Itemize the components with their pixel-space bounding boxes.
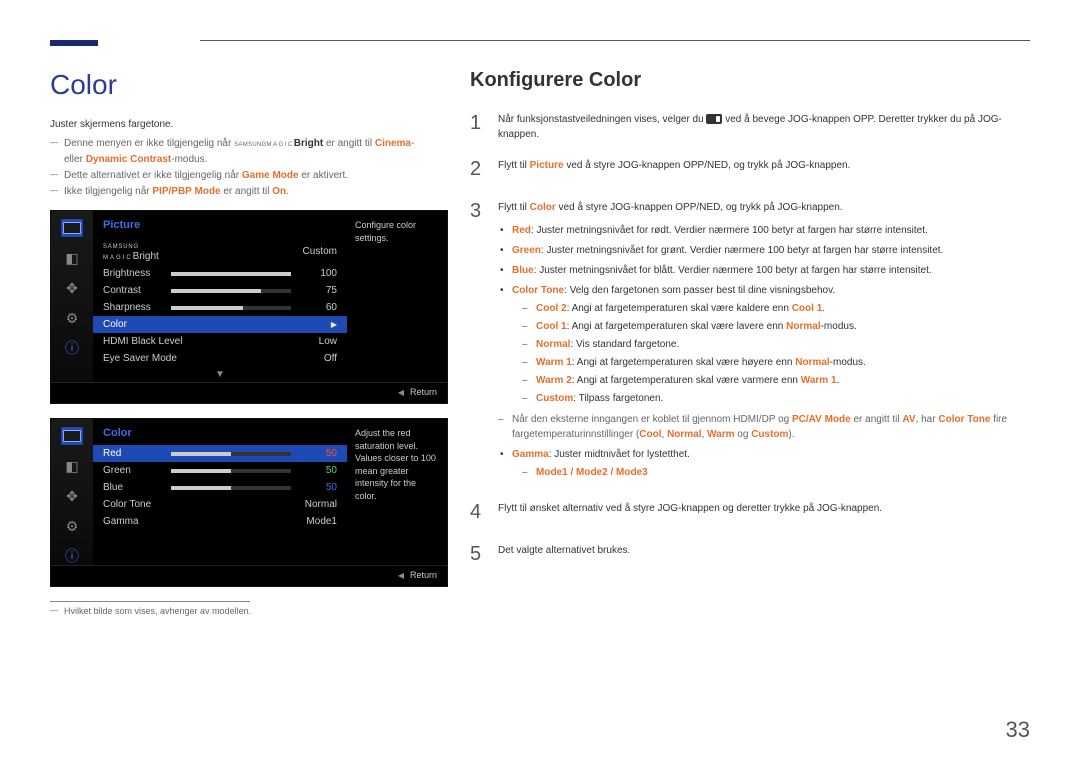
step-item: 2 Flytt til Picture ved å styre JOG-knap…: [470, 154, 1030, 184]
osd-row: Blue 50: [93, 479, 347, 496]
osd-row: Color Tone Normal: [93, 496, 347, 513]
procedure-title: Konfigurere Color: [470, 69, 1030, 92]
step-item: 1 Når funksjonstastveiledningen vises, v…: [470, 108, 1030, 142]
slider-bar: [171, 289, 291, 293]
osd-row: Brightness 100: [93, 265, 347, 282]
osd-row: Sharpness 60: [93, 299, 347, 316]
left-column: Color Juster skjermens fargetone. Denne …: [50, 69, 430, 616]
osd-title: Color: [93, 425, 347, 445]
osd-row-selected: Color ▶: [93, 316, 347, 333]
monitor-icon: [61, 219, 83, 237]
note-item: Dette alternativet er ikke tilgjengelig …: [50, 168, 430, 184]
step-number: 5: [470, 539, 484, 569]
osd-main: Picture SAMSUNGMAGICBright Custom Bright…: [93, 211, 347, 382]
bullet-item: Gamma: Juster midtnivået for lystetthet.…: [498, 447, 1030, 480]
step-number: 4: [470, 497, 484, 527]
gamma-sublist: Mode1 / Mode2 / Mode3: [522, 465, 1030, 480]
bullet-item: Blue: Juster metningsnivået for blått. V…: [498, 263, 1030, 278]
back-icon: ◀: [398, 388, 404, 397]
step-item: 5 Det valgte alternativet brukes.: [470, 539, 1030, 569]
slider-bar: [171, 306, 291, 310]
gear-icon: ⚙: [61, 309, 83, 327]
info-icon: ⓘ: [61, 547, 83, 565]
note-item: Denne menyen er ikke tilgjengelig når SA…: [50, 136, 430, 168]
osd-description: Configure color settings.: [347, 211, 447, 382]
bullet-item: Color Tone: Velg den fargetonen som pass…: [498, 283, 1030, 442]
option-bullets: Red: Juster metningsnivået for rødt. Ver…: [498, 223, 1030, 480]
palette-icon: ◧: [61, 457, 83, 475]
osd-row: Gamma Mode1: [93, 513, 347, 530]
footnote: Hvilket bilde som vises, avhenger av mod…: [50, 606, 430, 616]
monitor-icon: [61, 427, 83, 445]
osd-row: Contrast 75: [93, 282, 347, 299]
palette-icon: ◧: [61, 249, 83, 267]
step-list: 1 Når funksjonstastveiledningen vises, v…: [470, 108, 1030, 569]
osd-description: Adjust the red saturation level. Values …: [347, 419, 447, 565]
osd-footer: ◀Return: [51, 565, 447, 586]
intro-text: Juster skjermens fargetone.: [50, 119, 430, 130]
availability-notes: Denne menyen er ikke tilgjengelig når SA…: [50, 136, 430, 200]
bullet-item: Green: Juster metningsnivået for grønt. …: [498, 243, 1030, 258]
arrows-icon: ✥: [61, 487, 83, 505]
arrows-icon: ✥: [61, 279, 83, 297]
slider-bar: [171, 486, 291, 490]
note-item: Ikke tilgjengelig når PIP/PBP Mode er an…: [50, 184, 430, 200]
osd-row-selected: Red 50: [93, 445, 347, 462]
menu-icon: [706, 114, 722, 124]
osd-sidebar: ◧ ✥ ⚙ ⓘ: [51, 211, 93, 382]
footnote-divider: [50, 601, 250, 602]
info-icon: ⓘ: [61, 339, 83, 357]
osd-screenshot-picture: ◧ ✥ ⚙ ⓘ Picture SAMSUNGMAGICBright Custo…: [50, 210, 448, 404]
colortone-sublist: Cool 2: Angi at fargetemperaturen skal v…: [522, 301, 1030, 406]
osd-row: Green 50: [93, 462, 347, 479]
slider-bar: [171, 272, 291, 276]
page-columns: Color Juster skjermens fargetone. Denne …: [50, 69, 1030, 616]
back-icon: ◀: [398, 571, 404, 580]
slider-bar: [171, 452, 291, 456]
section-title: Color: [50, 69, 430, 101]
page-number: 33: [1006, 717, 1030, 743]
osd-screenshot-color: ◧ ✥ ⚙ ⓘ Color Red 50 Green 50: [50, 418, 448, 587]
header-accent-bar: [50, 40, 98, 46]
slider-bar: [171, 469, 291, 473]
osd-row: HDMI Black Level Low: [93, 333, 347, 350]
osd-footer: ◀Return: [51, 382, 447, 403]
osd-title: Picture: [93, 217, 347, 237]
step-number: 1: [470, 108, 484, 142]
osd-sidebar: ◧ ✥ ⚙ ⓘ: [51, 419, 93, 565]
osd-row: SAMSUNGMAGICBright Custom: [93, 237, 347, 265]
scroll-down-icon: ▼: [93, 367, 347, 382]
step-item: 3 Flytt til Color ved å styre JOG-knappe…: [470, 196, 1030, 485]
gear-icon: ⚙: [61, 517, 83, 535]
step-item: 4 Flytt til ønsket alternativ ved å styr…: [470, 497, 1030, 527]
osd-row: Eye Saver Mode Off: [93, 350, 347, 367]
step-number: 3: [470, 196, 484, 485]
step-number: 2: [470, 154, 484, 184]
colortone-note: Når den eksterne inngangen er koblet til…: [498, 412, 1030, 442]
bullet-item: Red: Juster metningsnivået for rødt. Ver…: [498, 223, 1030, 238]
osd-main: Color Red 50 Green 50 Blue 50: [93, 419, 347, 565]
header-divider: [200, 40, 1030, 41]
chevron-right-icon: ▶: [331, 320, 337, 329]
right-column: Konfigurere Color 1 Når funksjonstastvei…: [470, 69, 1030, 616]
